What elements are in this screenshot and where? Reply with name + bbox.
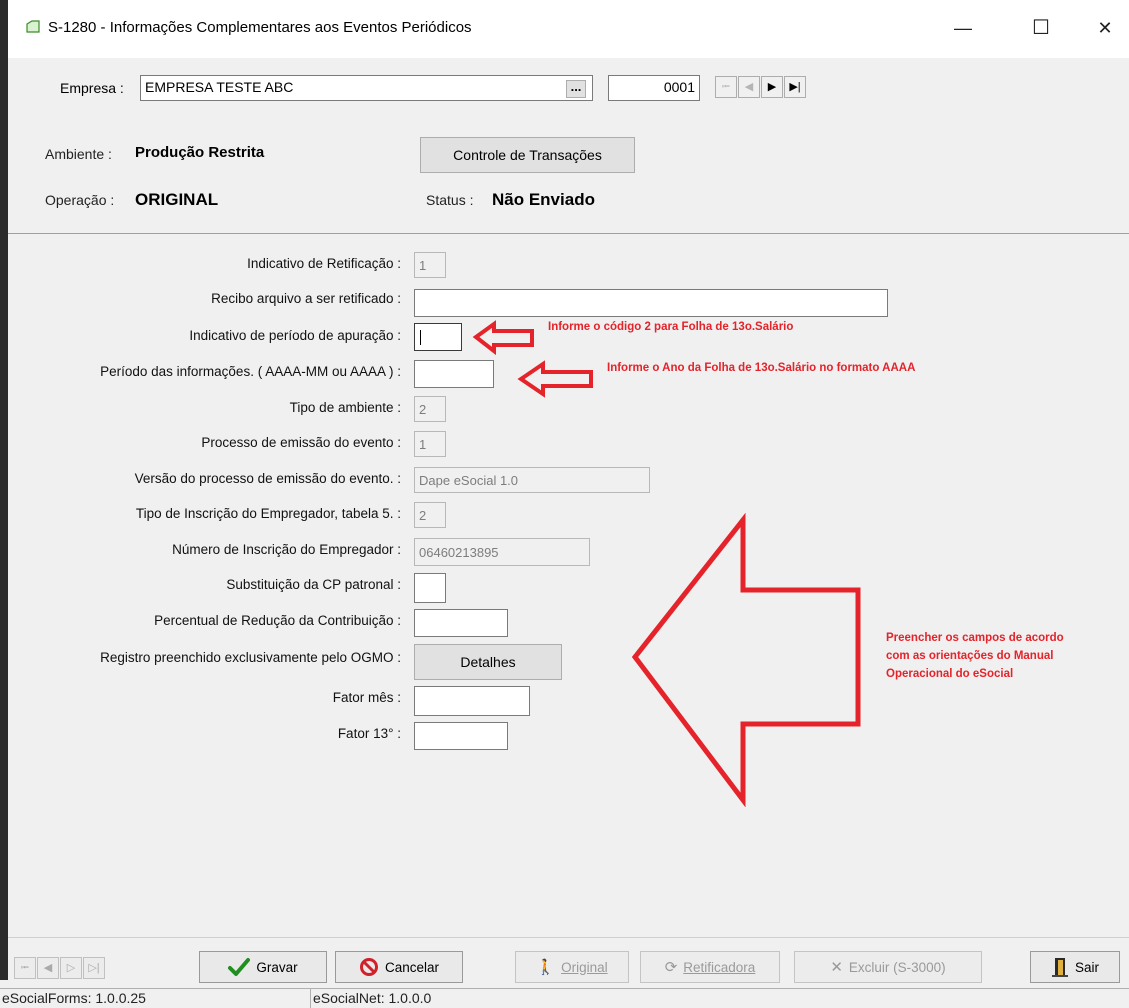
exit-door-icon — [1051, 958, 1068, 977]
empresa-name-field[interactable]: EMPRESA TESTE ABC — [140, 75, 593, 101]
fator-13-label: Fator 13° : — [337, 726, 401, 741]
annotation-note-2: Informe o Ano da Folha de 13o.Salário no… — [607, 362, 916, 374]
first-record-icon[interactable]: ⭰ — [715, 76, 737, 98]
status-value: Não Enviado — [492, 190, 595, 209]
indicativo-periodo-label: Indicativo de período de apuração : — [189, 328, 401, 343]
substituicao-cp-field[interactable] — [414, 573, 446, 603]
original-button[interactable]: 🚶 Original — [515, 951, 629, 983]
last-record-icon[interactable]: ▶| — [784, 76, 806, 98]
percentual-reducao-label: Percentual de Redução da Contribuição : — [154, 613, 401, 628]
refresh-icon: ⟳ — [664, 959, 678, 976]
indicativo-retificacao-label: Indicativo de Retificação : — [247, 256, 401, 271]
registro-ogmo-label: Registro preenchido exclusivamente pelo … — [100, 650, 401, 665]
cancel-icon — [359, 958, 378, 976]
empresa-code-value: 0001 — [663, 79, 695, 95]
title-bar: S-1280 - Informações Complementares aos … — [8, 0, 1129, 58]
status-bar: eSocialForms: 1.0.0.25 eSocialNet: 1.0.0… — [0, 988, 1129, 1008]
substituicao-cp-label: Substituição da CP patronal : — [226, 577, 401, 592]
window-title: S-1280 - Informações Complementares aos … — [48, 19, 472, 36]
annotation-note-3-line-1: Preencher os campos de acordo — [886, 632, 1064, 644]
toolbar-next-icon[interactable]: ▷ — [60, 957, 82, 979]
cancelar-label: Cancelar — [384, 959, 440, 975]
retificadora-button[interactable]: ⟳ Retificadora — [640, 951, 780, 983]
tipo-ambiente-field[interactable]: 2 — [414, 396, 446, 422]
numero-inscricao-label: Número de Inscrição do Empregador : — [172, 542, 401, 557]
toolbar-prev-icon[interactable]: ◀ — [37, 957, 59, 979]
indicativo-periodo-field[interactable] — [414, 323, 462, 351]
net-version-text: eSocialNet: 1.0.0.0 — [313, 990, 432, 1006]
fator-13-field[interactable] — [414, 722, 508, 750]
tipo-inscricao-field[interactable]: 2 — [414, 502, 446, 528]
app-window: S-1280 - Informações Complementares aos … — [0, 0, 1129, 1008]
checkmark-icon — [228, 958, 251, 976]
excluir-button[interactable]: ✕ Excluir (S-3000) — [794, 951, 982, 983]
original-label: Original — [561, 959, 608, 975]
fator-mes-label: Fator mês : — [332, 690, 401, 705]
indicativo-retificacao-field[interactable]: 1 — [414, 252, 446, 278]
recibo-field[interactable] — [414, 289, 888, 317]
processo-emissao-label: Processo de emissão do evento : — [201, 435, 401, 450]
form-icon — [26, 20, 40, 33]
versao-processo-label: Versão do processo de emissão do evento.… — [134, 471, 401, 486]
tipo-ambiente-label: Tipo de ambiente : — [289, 400, 401, 415]
gravar-button[interactable]: Gravar — [199, 951, 327, 983]
recibo-label: Recibo arquivo a ser retificado : — [211, 291, 401, 306]
gravar-label: Gravar — [256, 959, 298, 975]
delete-x-icon: ✕ — [830, 959, 843, 976]
toolbar-last-icon[interactable]: ▷| — [83, 957, 105, 979]
minimize-button[interactable]: — — [948, 14, 978, 42]
sair-button[interactable]: Sair — [1030, 951, 1120, 983]
cancelar-button[interactable]: Cancelar — [335, 951, 463, 983]
walker-icon: 🚶 — [536, 959, 556, 976]
controle-transacoes-button[interactable]: Controle de Transações — [420, 137, 635, 173]
operacao-label: Operação : — [45, 192, 115, 208]
percentual-reducao-field[interactable] — [414, 609, 508, 637]
annotation-note-3-line-2: com as orientações do Manual — [886, 650, 1054, 662]
periodo-info-label: Período das informações. ( AAAA-MM ou AA… — [100, 364, 401, 379]
annotation-arrow-3-icon — [631, 512, 861, 807]
periodo-info-field[interactable] — [414, 360, 494, 388]
versao-processo-field[interactable]: Dape eSocial 1.0 — [414, 467, 650, 493]
tipo-inscricao-value: 2 — [419, 508, 427, 523]
ambiente-label: Ambiente : — [45, 146, 112, 162]
annotation-note-3-line-3: Operacional do eSocial — [886, 668, 1014, 680]
close-button[interactable]: ✕ — [1090, 14, 1120, 42]
annotation-arrow-2-icon — [517, 360, 593, 398]
next-record-icon[interactable]: ▶ — [761, 76, 783, 98]
status-label: Status : — [426, 192, 474, 208]
window-left-border — [0, 0, 8, 980]
numero-inscricao-field[interactable]: 06460213895 — [414, 538, 590, 566]
tipo-inscricao-label: Tipo de Inscrição do Empregador, tabela … — [135, 506, 401, 521]
retificadora-label: Retificadora — [683, 959, 756, 975]
toolbar-first-icon[interactable]: ⭰ — [14, 957, 36, 979]
prev-record-icon[interactable]: ◀ — [738, 76, 760, 98]
detalhes-button[interactable]: Detalhes — [414, 644, 562, 680]
indicativo-retificacao-value: 1 — [419, 258, 427, 273]
empresa-browse-button[interactable]: ... — [566, 80, 586, 98]
forms-version-text: eSocialForms: 1.0.0.25 — [0, 989, 311, 1008]
annotation-arrow-1-icon — [472, 320, 534, 356]
processo-emissao-field[interactable]: 1 — [414, 431, 446, 457]
empresa-name-value: EMPRESA TESTE ABC — [145, 79, 294, 95]
numero-inscricao-value: 06460213895 — [419, 545, 499, 560]
fator-mes-field[interactable] — [414, 686, 530, 716]
annotation-note-1: Informe o código 2 para Folha de 13o.Sal… — [548, 321, 794, 333]
tipo-ambiente-value: 2 — [419, 402, 427, 417]
operacao-value: ORIGINAL — [135, 190, 219, 209]
excluir-label: Excluir (S-3000) — [848, 959, 946, 975]
empresa-label: Empresa : — [60, 80, 124, 96]
maximize-button[interactable]: ☐ — [1026, 14, 1056, 42]
empresa-code-field[interactable]: 0001 — [608, 75, 700, 101]
ambiente-value: Produção Restrita — [135, 144, 265, 161]
text-caret — [420, 330, 421, 345]
versao-processo-value: Dape eSocial 1.0 — [419, 473, 519, 488]
sair-label: Sair — [1074, 959, 1099, 975]
processo-emissao-value: 1 — [419, 437, 427, 452]
